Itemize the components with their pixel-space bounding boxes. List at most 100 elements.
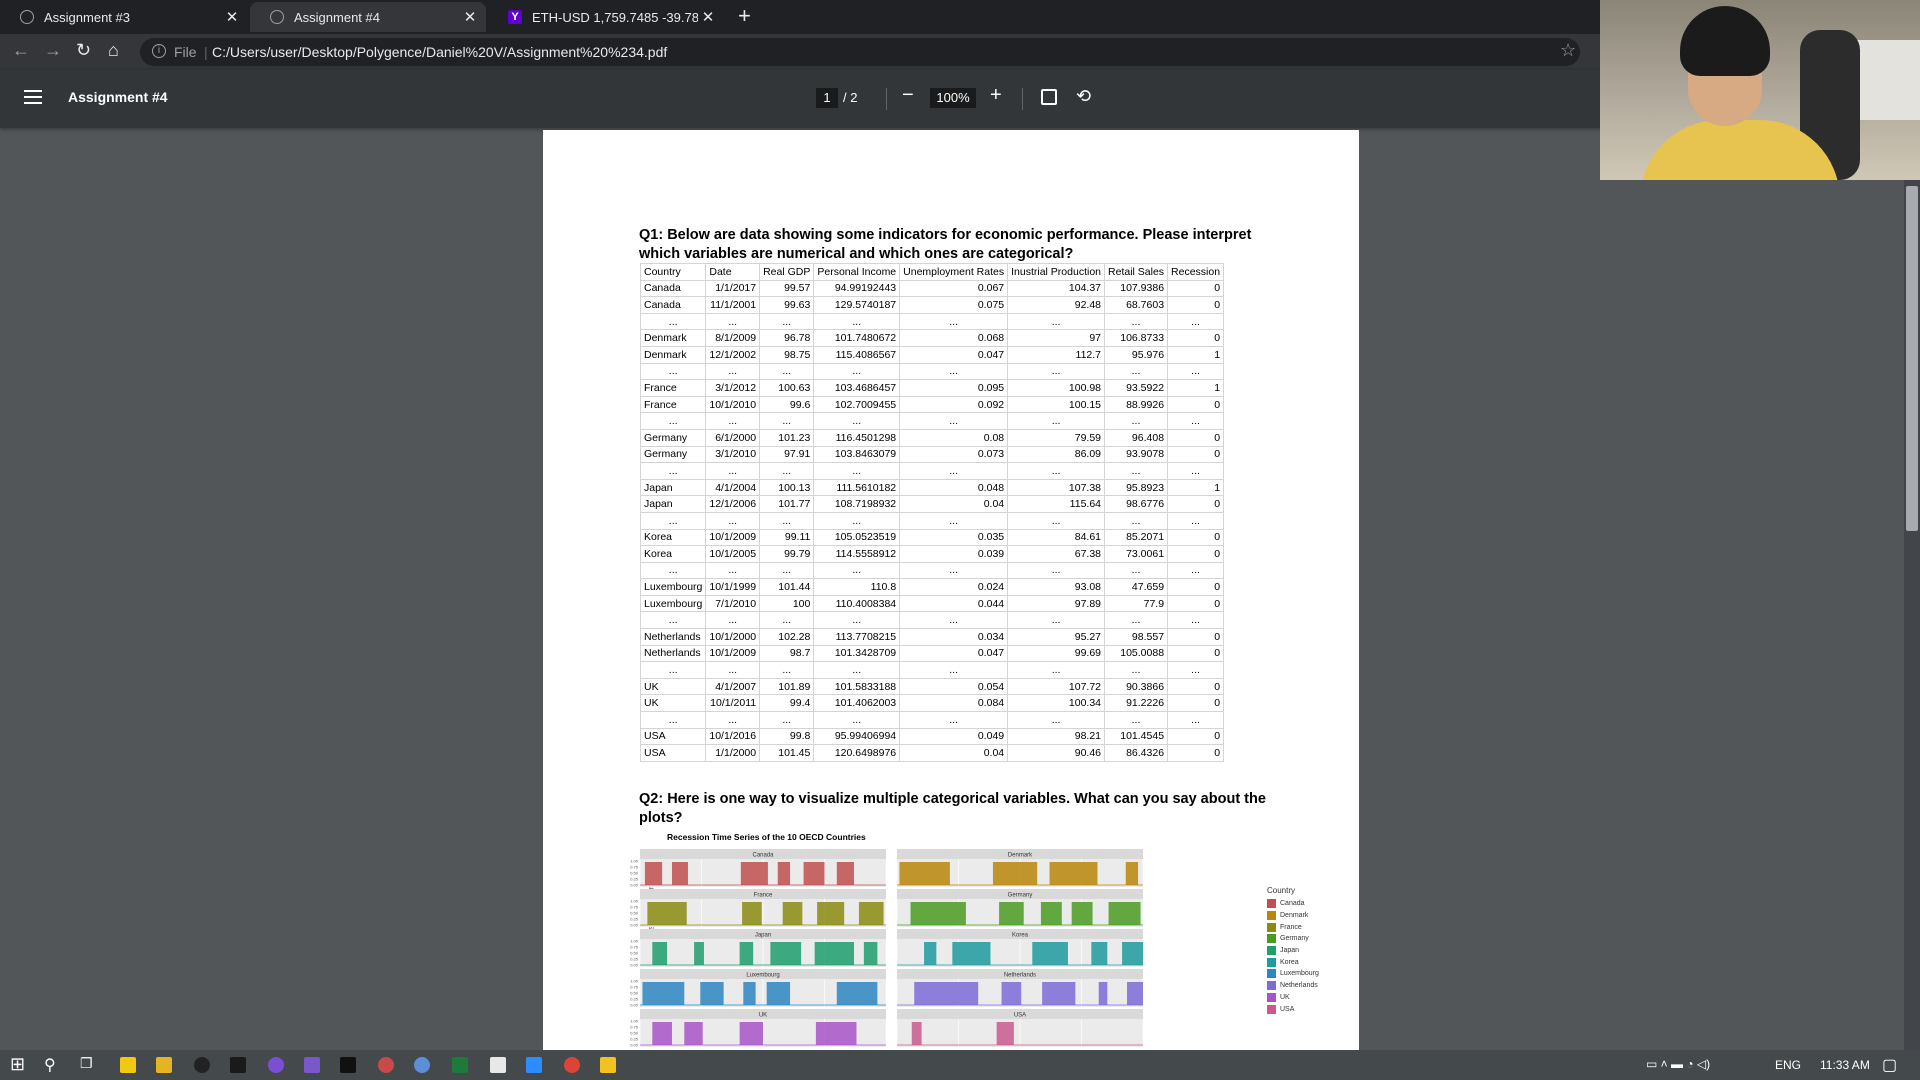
y-tick-label: 0.75 [630,945,639,950]
tab-assignment-4[interactable]: Assignment #4 ✕ [250,2,486,32]
start-icon[interactable]: ⊞ [10,1054,25,1075]
table-cell: ... [899,561,1009,580]
toolbar-divider [886,88,887,110]
url-text[interactable]: C:/Users/user/Desktop/Polygence/Daniel%2… [212,44,667,60]
table-cell: ... [1007,711,1106,729]
table-header-cell: Personal Income [813,263,901,281]
legend-item: Denmark [1267,910,1319,922]
table-cell: 100.13 [759,478,815,497]
zoom-icon[interactable] [526,1057,542,1073]
pycharm-icon[interactable] [340,1057,356,1073]
legend-swatch [1267,899,1276,909]
table-cell: 101.3428709 [813,644,901,663]
app-k-icon[interactable] [230,1057,246,1073]
bookmark-star-icon[interactable]: ☆ [1560,40,1576,61]
app-purple-icon[interactable] [268,1057,284,1073]
table-cell: 103.8463079 [813,445,901,464]
app-red-icon[interactable] [378,1057,394,1073]
facet-label: Luxembourg [746,973,779,979]
app-white-icon[interactable] [490,1057,506,1073]
rotate-icon[interactable]: ⟲ [1076,86,1091,107]
y-tick-label: 0.25 [630,877,639,882]
forward-arrow-icon[interactable]: → [44,40,62,61]
y-tick-label: 0.25 [630,917,639,922]
table-cell: France [639,379,707,397]
info-icon[interactable]: i [152,44,166,58]
recession-bar [814,942,855,965]
table-cell: 107.9386 [1104,279,1169,298]
table-cell: 6/1/2000 [705,428,761,447]
table-cell: ... [813,711,901,729]
zoom-out-icon[interactable]: − [902,84,914,107]
y-tick-label: 0.50 [630,991,639,996]
recession-bar [815,1022,857,1045]
new-tab-button[interactable]: + [738,5,751,27]
table-cell: ... [1167,611,1225,630]
address-bar[interactable]: i File | C:/Users/user/Desktop/Polygence… [140,38,1580,66]
tray-icons[interactable]: ▭ ˄ ▬ ◔ ◁) [1646,1057,1710,1071]
recession-bar [910,902,966,925]
file-explorer-icon[interactable] [156,1057,172,1073]
r-studio-icon[interactable] [414,1057,430,1073]
zoom-in-icon[interactable]: + [990,84,1002,107]
github-icon[interactable] [194,1057,210,1073]
legend-swatch [1267,981,1276,991]
table-cell: 0 [1167,727,1225,746]
back-arrow-icon[interactable]: ← [12,40,30,61]
recession-bar [700,982,724,1005]
table-cell: 0 [1167,445,1225,464]
table-cell: 88.9926 [1104,395,1169,414]
table-cell: 0 [1167,296,1225,314]
globe-icon [20,10,34,24]
close-icon[interactable]: ✕ [460,8,480,26]
notification-icon[interactable]: ▢ [1882,1055,1897,1075]
tab-assignment-3[interactable]: Assignment #3 ✕ [0,2,248,32]
recession-bar [740,862,768,885]
table-cell: Netherlands [639,644,707,663]
reload-icon[interactable]: ↻ [76,40,91,61]
visual-studio-icon[interactable] [304,1057,320,1073]
table-cell: 79.59 [1007,428,1106,447]
table-cell: 0.04 [899,495,1009,513]
table-cell: 95.99406994 [813,727,901,746]
language-indicator[interactable]: ENG [1775,1058,1801,1072]
zoom-level-input[interactable]: 100% [930,88,976,108]
close-icon[interactable]: ✕ [698,8,718,26]
table-cell: 98.75 [759,345,815,364]
app-yellow-icon[interactable] [600,1057,616,1073]
table-cell: 101.23 [759,428,815,447]
recession-bar [743,982,756,1005]
clock[interactable]: 11:33 AM [1820,1058,1870,1072]
excel-icon[interactable] [452,1057,468,1073]
table-row: ........................ [639,611,1225,630]
page-scrollbar[interactable] [1904,180,1920,1050]
menu-icon[interactable] [24,90,42,104]
table-cell: 96.408 [1104,428,1169,447]
recession-bar [1040,902,1062,925]
table-cell: 102.28 [759,628,815,646]
fit-to-page-icon[interactable] [1041,89,1057,105]
y-tick-label: 0.50 [630,1031,639,1036]
table-header-cell: Retail Sales [1104,263,1169,281]
table-cell: 0.047 [899,644,1009,663]
facet-label: Germany [1008,893,1033,899]
table-cell: ... [1167,661,1225,679]
scrollbar-thumb[interactable] [1906,186,1918,531]
chrome-icon[interactable] [564,1057,580,1073]
table-cell: 99.11 [759,528,815,547]
table-row: ........................ [639,462,1225,480]
legend-swatch [1267,934,1276,944]
task-view-icon[interactable]: ❐ [80,1055,93,1072]
table-cell: 0 [1167,694,1225,713]
tab-eth-usd[interactable]: Y ETH-USD 1,759.7485 -39.7899 -2.2 ✕ [488,2,724,32]
close-icon[interactable]: ✕ [222,8,242,26]
facet-panel [897,859,1143,887]
table-row: Luxembourg 10/1/1999 101.44 110.8 0.024 93.08… [639,578,1225,596]
home-icon[interactable]: ⌂ [108,40,119,61]
search-icon[interactable]: ⚲ [44,1055,56,1075]
page-number-input[interactable]: 1 [816,88,838,108]
table-cell: 98.557 [1104,628,1169,646]
legend-swatch [1267,957,1276,967]
table-cell: ... [1007,412,1106,430]
sticky-notes-icon[interactable] [120,1057,136,1073]
